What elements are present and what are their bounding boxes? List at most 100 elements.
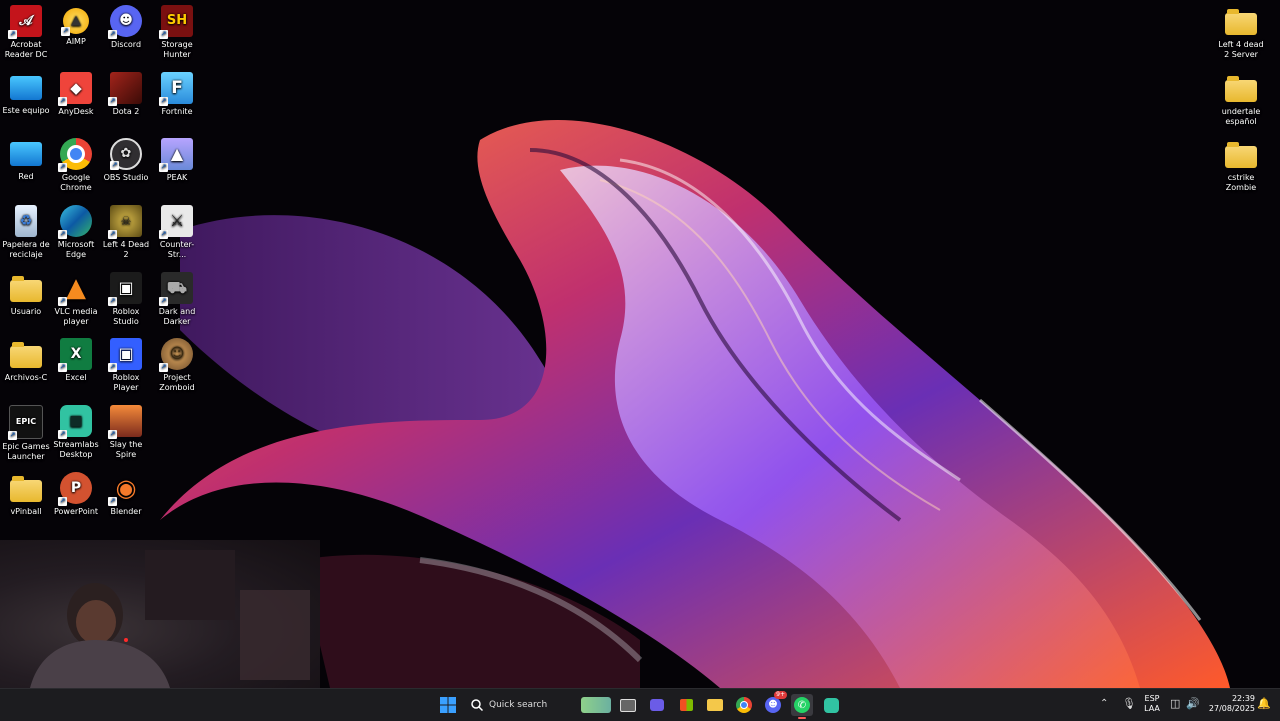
taskbar-discord[interactable]: ☻ 9+ [762,691,787,716]
desktop-icon-discord[interactable]: ☻ ↗ Discord [100,5,152,50]
desktop-icon-powerpoint[interactable]: P ↗ PowerPoint [50,472,102,517]
active-indicator [798,717,806,719]
desktop-icon-archivos[interactable]: Archivos-C [0,338,52,383]
desktop-icon-obs[interactable]: ✿ ↗ OBS Studio [100,138,152,183]
desktop-icon-label: AIMP [66,37,86,46]
desktop-icon-streamlabs[interactable]: ■ ↗ Streamlabs Desktop [50,405,102,460]
excel-glyph: X [70,346,82,362]
search-box[interactable]: Quick search [465,694,615,716]
desktop-icon-l4d2[interactable]: ☠ ↗ Left 4 Dead 2 [100,205,152,260]
fortnite-icon: F ↗ [159,72,193,106]
desktop-icon-red[interactable]: Red [0,138,52,182]
desktop-icon-papelera[interactable]: ♻ Papelera de reciclaje [0,205,52,260]
desktop-icon-label: PEAK [166,173,188,182]
desktop-icon-dark-darker[interactable]: ⛟ ↗ Dark and Darker [151,272,203,327]
search-highlight-icon [581,697,611,713]
desktop-icon-label: Project Zomboid [159,373,195,392]
epic-games-icon: EPIC ↗ [8,405,43,440]
desktop-icon-roblox-studio[interactable]: ▣ ↗ Roblox Studio [100,272,152,327]
desktop-icon-label: Discord [110,40,142,49]
store-bag-icon [679,699,693,711]
webcam-person-image [30,550,310,688]
network-icon[interactable]: ◫ [1170,697,1180,710]
desktop-icon-label: Google Chrome [60,173,92,192]
desktop-icon-excel[interactable]: X ↗ Excel [50,338,102,383]
folder-icon [707,699,723,711]
desktop-icon-label: Microsoft Edge [57,240,95,259]
desktop-icon-blender[interactable]: ◉ ↗ Blender [100,472,152,517]
folder-icon [1225,9,1257,35]
chevron-up-icon[interactable]: ⌃ [1100,698,1108,709]
desktop-icon-label: cstrike Zombie [1225,173,1257,192]
taskbar-task-view[interactable] [617,694,639,716]
desktop-icon-label: Epic Games Launcher [2,442,50,461]
notification-badge: 9+ [774,691,787,699]
desktop-icon-este-equipo[interactable]: Este equipo [0,72,52,116]
notification-bell-icon[interactable]: 🔔 [1257,697,1271,710]
volume-icon[interactable]: 🔊 [1186,697,1200,710]
desktop-icon-peak[interactable]: ▲ ↗ PEAK [151,138,203,183]
desktop-icon-slay[interactable]: ↗ Slay the Spire [100,405,152,460]
clock-time: 22:39 [1231,694,1255,703]
desktop-icon-aimp[interactable]: ▲ ↗ AIMP [50,5,102,47]
video-call-icon [650,699,664,711]
desktop-icon-label: Counter-Str... [159,240,195,259]
microphone-icon[interactable]: 🎙 [1122,697,1136,710]
language-top: ESP [1144,694,1160,703]
desktop-icon-label: vPinball [10,507,42,516]
streamlabs-icon: ■ ↗ [58,405,92,439]
taskbar-chrome[interactable] [733,694,755,716]
desktop-icon-roblox-player[interactable]: ▣ ↗ Roblox Player [100,338,152,393]
discord-icon: ☻ [765,697,781,713]
desktop-icon-vpinball[interactable]: vPinball [0,472,52,517]
desktop-icon-fortnite[interactable]: F ↗ Fortnite [151,72,203,117]
language-indicator[interactable]: ESP LAA [1140,694,1164,714]
desktop-icon-anydesk[interactable]: ◆ ↗ AnyDesk [50,72,102,117]
desktop-icon-label: undertale español [1221,107,1261,126]
start-button[interactable] [437,694,459,716]
desktop-icon-zomboid[interactable]: ☺ ↗ Project Zomboid [151,338,203,393]
desktop-icon-edge[interactable]: ↗ Microsoft Edge [50,205,102,260]
storage-hunter-glyph: SH [166,13,188,28]
roblox-studio-icon: ▣ ↗ [108,272,142,306]
desktop-icon-acrobat[interactable]: 𝒜 ↗ Acrobat Reader DC [0,5,52,60]
taskbar-explorer[interactable] [704,694,726,716]
folder-icon [10,276,42,302]
desktop-icon-label: Slay the Spire [109,440,143,459]
edge-icon: ↗ [58,205,92,239]
powerpoint-glyph: P [70,480,82,496]
search-label: Quick search [489,700,548,710]
folder-icon [1225,76,1257,102]
taskbar-streamlabs[interactable] [820,694,842,716]
desktop-icon-label: Red [18,172,34,181]
desktop-icon-epic[interactable]: EPIC ↗ Epic Games Launcher [0,405,52,462]
desktop-icon-label: Roblox Studio [112,307,140,326]
desktop-icon-label: PowerPoint [53,507,99,516]
desktop-icon-l4d2-server[interactable]: Left 4 dead 2 Server [1215,5,1267,60]
taskbar-store[interactable] [675,694,697,716]
project-zomboid-icon: ☺ ↗ [159,338,193,372]
desktop-icon-cstrike[interactable]: cstrike Zombie [1215,138,1267,193]
peak-mountain-icon: ▲ ↗ [159,138,193,172]
network-icon [10,142,42,166]
desktop-icon-chrome[interactable]: ↗ Google Chrome [50,138,102,193]
webcam-overlay [0,540,320,688]
folder-icon [1225,142,1257,168]
clock[interactable]: 22:39 27/08/2025 [1205,694,1255,714]
desktop-icon-undertale[interactable]: undertale español [1215,72,1267,127]
desktop-icon-vlc[interactable]: ▲ ↗ VLC media player [50,272,102,327]
desktop-icon-dota2[interactable]: ↗ Dota 2 [100,72,152,117]
epic-glyph: EPIC [15,417,37,426]
desktop-icon-counter-strike[interactable]: ⚔ ↗ Counter-Str... [151,205,203,260]
desktop-icon-usuario[interactable]: Usuario [0,272,52,317]
desktop-icon-label: Storage Hunter [161,40,193,59]
taskbar-whatsapp[interactable]: ✆ [791,694,813,719]
taskbar-meet[interactable] [646,694,668,716]
desktop-icon-label: Este equipo [2,106,50,115]
dark-and-darker-icon: ⛟ ↗ [159,272,193,306]
folder-icon [10,342,42,368]
desktop-icon-storage-hunter[interactable]: SH ↗ Storage Hunter [151,5,203,60]
monitor-icon [10,76,42,100]
desktop-icon-label: Streamlabs Desktop [53,440,99,459]
chrome-icon: ↗ [58,138,92,172]
